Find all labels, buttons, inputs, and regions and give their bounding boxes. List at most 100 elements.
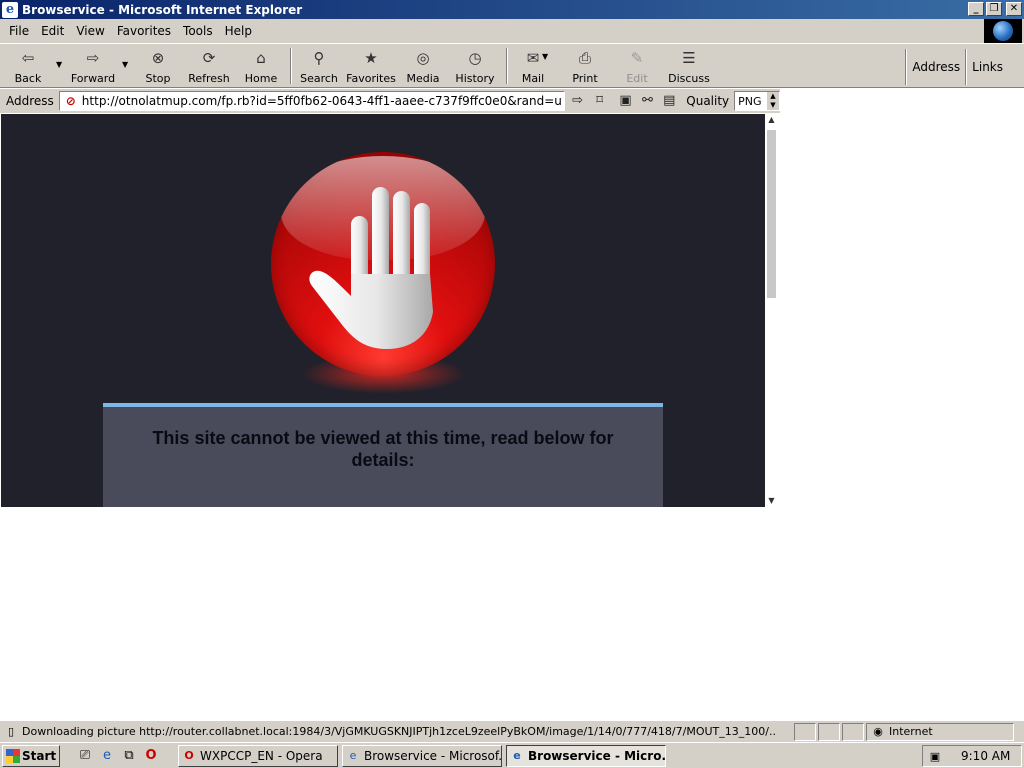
edit-icon: ✎ [630, 49, 644, 67]
zone-label: Internet [889, 725, 933, 738]
scroll-thumb[interactable] [767, 130, 776, 298]
stop-button[interactable]: ⊗ Stop [138, 46, 178, 86]
internet-zone-icon: ◉ [873, 725, 883, 738]
clipboard-icon[interactable]: ▤ [660, 92, 678, 110]
quality-value: PNG [738, 94, 762, 108]
start-label: Start [22, 749, 57, 763]
restore-button[interactable]: ❐ [986, 2, 1002, 16]
links-toggle[interactable]: Links [967, 60, 1008, 74]
ie-icon: e [513, 749, 521, 762]
media-label: Media [406, 72, 440, 85]
hand-shape [309, 187, 433, 349]
search-label: Search [300, 72, 338, 85]
url-field[interactable]: ⊘ [58, 91, 565, 111]
close-button[interactable]: ✕ [1006, 2, 1022, 16]
status-pane [794, 722, 816, 741]
menu-tools[interactable]: Tools [177, 24, 219, 38]
opera-quicklaunch-icon[interactable]: O [142, 747, 160, 765]
refresh-button[interactable]: ⟳ Refresh [186, 46, 232, 86]
status-text: Downloading picture http://router.collab… [22, 725, 776, 738]
media-button[interactable]: ◎ Media [402, 46, 444, 86]
tray-network-icon[interactable]: ▣ [927, 750, 943, 763]
edit-label: Edit [626, 72, 648, 85]
network-icon[interactable]: ⧉ [120, 747, 138, 765]
history-label: History [455, 72, 495, 85]
print-icon: ⎙ [578, 49, 591, 67]
history-button[interactable]: ◷ History [452, 46, 498, 86]
search-icon: ⚲ [313, 49, 325, 67]
taskbar-item-browservice-2[interactable]: e Browservice - Micro... [506, 745, 666, 767]
back-arrow-icon: ⇦ [21, 49, 35, 67]
ie-throbber [984, 19, 1022, 43]
start-button[interactable]: Start [2, 745, 60, 767]
forward-button[interactable]: ⇨ Forward [68, 46, 118, 86]
url-input[interactable] [81, 94, 562, 108]
ie-page-icon: e [2, 1, 18, 18]
favorites-label: Favorites [346, 72, 396, 85]
home-button[interactable]: ⌂ Home [240, 46, 282, 86]
status-pane [842, 722, 864, 741]
forward-dropdown-icon[interactable]: ▼ [122, 60, 128, 69]
quality-spinner[interactable]: ▲ ▼ [766, 92, 779, 110]
menu-edit[interactable]: Edit [35, 24, 70, 38]
tray-clock[interactable]: 9:10 AM [961, 749, 1010, 763]
vertical-scrollbar[interactable]: ▲ ▼ [765, 114, 778, 507]
go-arrow-icon[interactable]: ⇨ [569, 92, 587, 110]
refresh-icon: ⟳ [202, 49, 216, 67]
window-title: Browservice - Microsoft Internet Explore… [22, 2, 303, 17]
refresh-label: Refresh [188, 72, 230, 85]
menu-help[interactable]: Help [219, 24, 258, 38]
discuss-icon: ☰ [682, 49, 696, 67]
taskbar: Start ⎚ e ⧉ O O WXPCCP_EN - Opera e Brow… [0, 742, 1024, 768]
address-label: Address [6, 94, 54, 108]
scroll-down-icon[interactable]: ▼ [765, 495, 778, 507]
back-dropdown-icon[interactable]: ▼ [56, 60, 62, 69]
menu-file[interactable]: File [3, 24, 35, 38]
mail-dropdown-icon[interactable]: ▼ [542, 52, 548, 61]
security-zone: ◉ Internet [866, 722, 1014, 741]
find-icon[interactable]: ⚯ [638, 92, 656, 110]
ie-quicklaunch-icon[interactable]: e [98, 747, 116, 765]
taskbar-item-opera[interactable]: O WXPCCP_EN - Opera [178, 745, 338, 767]
search-button[interactable]: ⚲ Search [298, 46, 340, 86]
menu-bar: File Edit View Favorites Tools Help [0, 19, 1024, 43]
toolbar-separator [290, 48, 292, 84]
window-controls: _ ❐ ✕ [968, 2, 1022, 16]
stop-label: Stop [145, 72, 171, 85]
home-label: Home [244, 72, 278, 85]
back-button[interactable]: ⇦ Back [8, 46, 48, 86]
window-titlebar[interactable]: e Browservice - Microsoft Internet Explo… [0, 0, 1024, 19]
edit-button[interactable]: ✎ Edit [618, 46, 656, 86]
status-pane [818, 722, 840, 741]
favorites-icon: ★ [364, 49, 378, 67]
ie-icon: e [349, 749, 357, 762]
menu-favorites[interactable]: Favorites [111, 24, 177, 38]
show-desktop-icon[interactable]: ⎚ [76, 747, 94, 765]
discuss-label: Discuss [668, 72, 710, 85]
scroll-up-icon[interactable]: ▲ [765, 114, 778, 126]
menu-view[interactable]: View [70, 24, 110, 38]
discuss-button[interactable]: ☰ Discuss [666, 46, 712, 86]
quality-select[interactable]: PNG ▲ ▼ [734, 91, 780, 111]
print-button[interactable]: ⎙ Print [566, 46, 604, 86]
task-label: Browservice - Microsof... [364, 749, 502, 763]
status-bar: ▯ Downloading picture http://router.coll… [0, 720, 1024, 742]
standard-toolbar: ⇦ Back ▼ ⇨ Forward ▼ ⊗ Stop ⟳ Refresh ⌂ … [0, 43, 1024, 88]
page-icon[interactable]: ▣ [617, 92, 635, 110]
minimize-button[interactable]: _ [968, 2, 984, 16]
mail-label: Mail [521, 72, 545, 85]
page-viewport[interactable]: This site cannot be viewed at this time,… [1, 114, 765, 507]
toolbar-right: Address Links [905, 44, 1024, 89]
bookmark-icon[interactable]: ⌑ [591, 92, 609, 110]
quality-label: Quality [686, 94, 730, 108]
back-label: Back [14, 72, 42, 85]
taskbar-item-browservice-1[interactable]: e Browservice - Microsof... [342, 745, 502, 767]
windows-flag-icon [6, 749, 20, 763]
stop-hand-icon [271, 152, 495, 376]
favorites-button[interactable]: ★ Favorites [344, 46, 398, 86]
opera-icon: O [184, 749, 194, 762]
address-bar-toggle[interactable]: Address [907, 60, 965, 74]
forward-arrow-icon: ⇨ [86, 49, 100, 67]
message-box: This site cannot be viewed at this time,… [103, 403, 663, 507]
forward-label: Forward [70, 72, 116, 85]
